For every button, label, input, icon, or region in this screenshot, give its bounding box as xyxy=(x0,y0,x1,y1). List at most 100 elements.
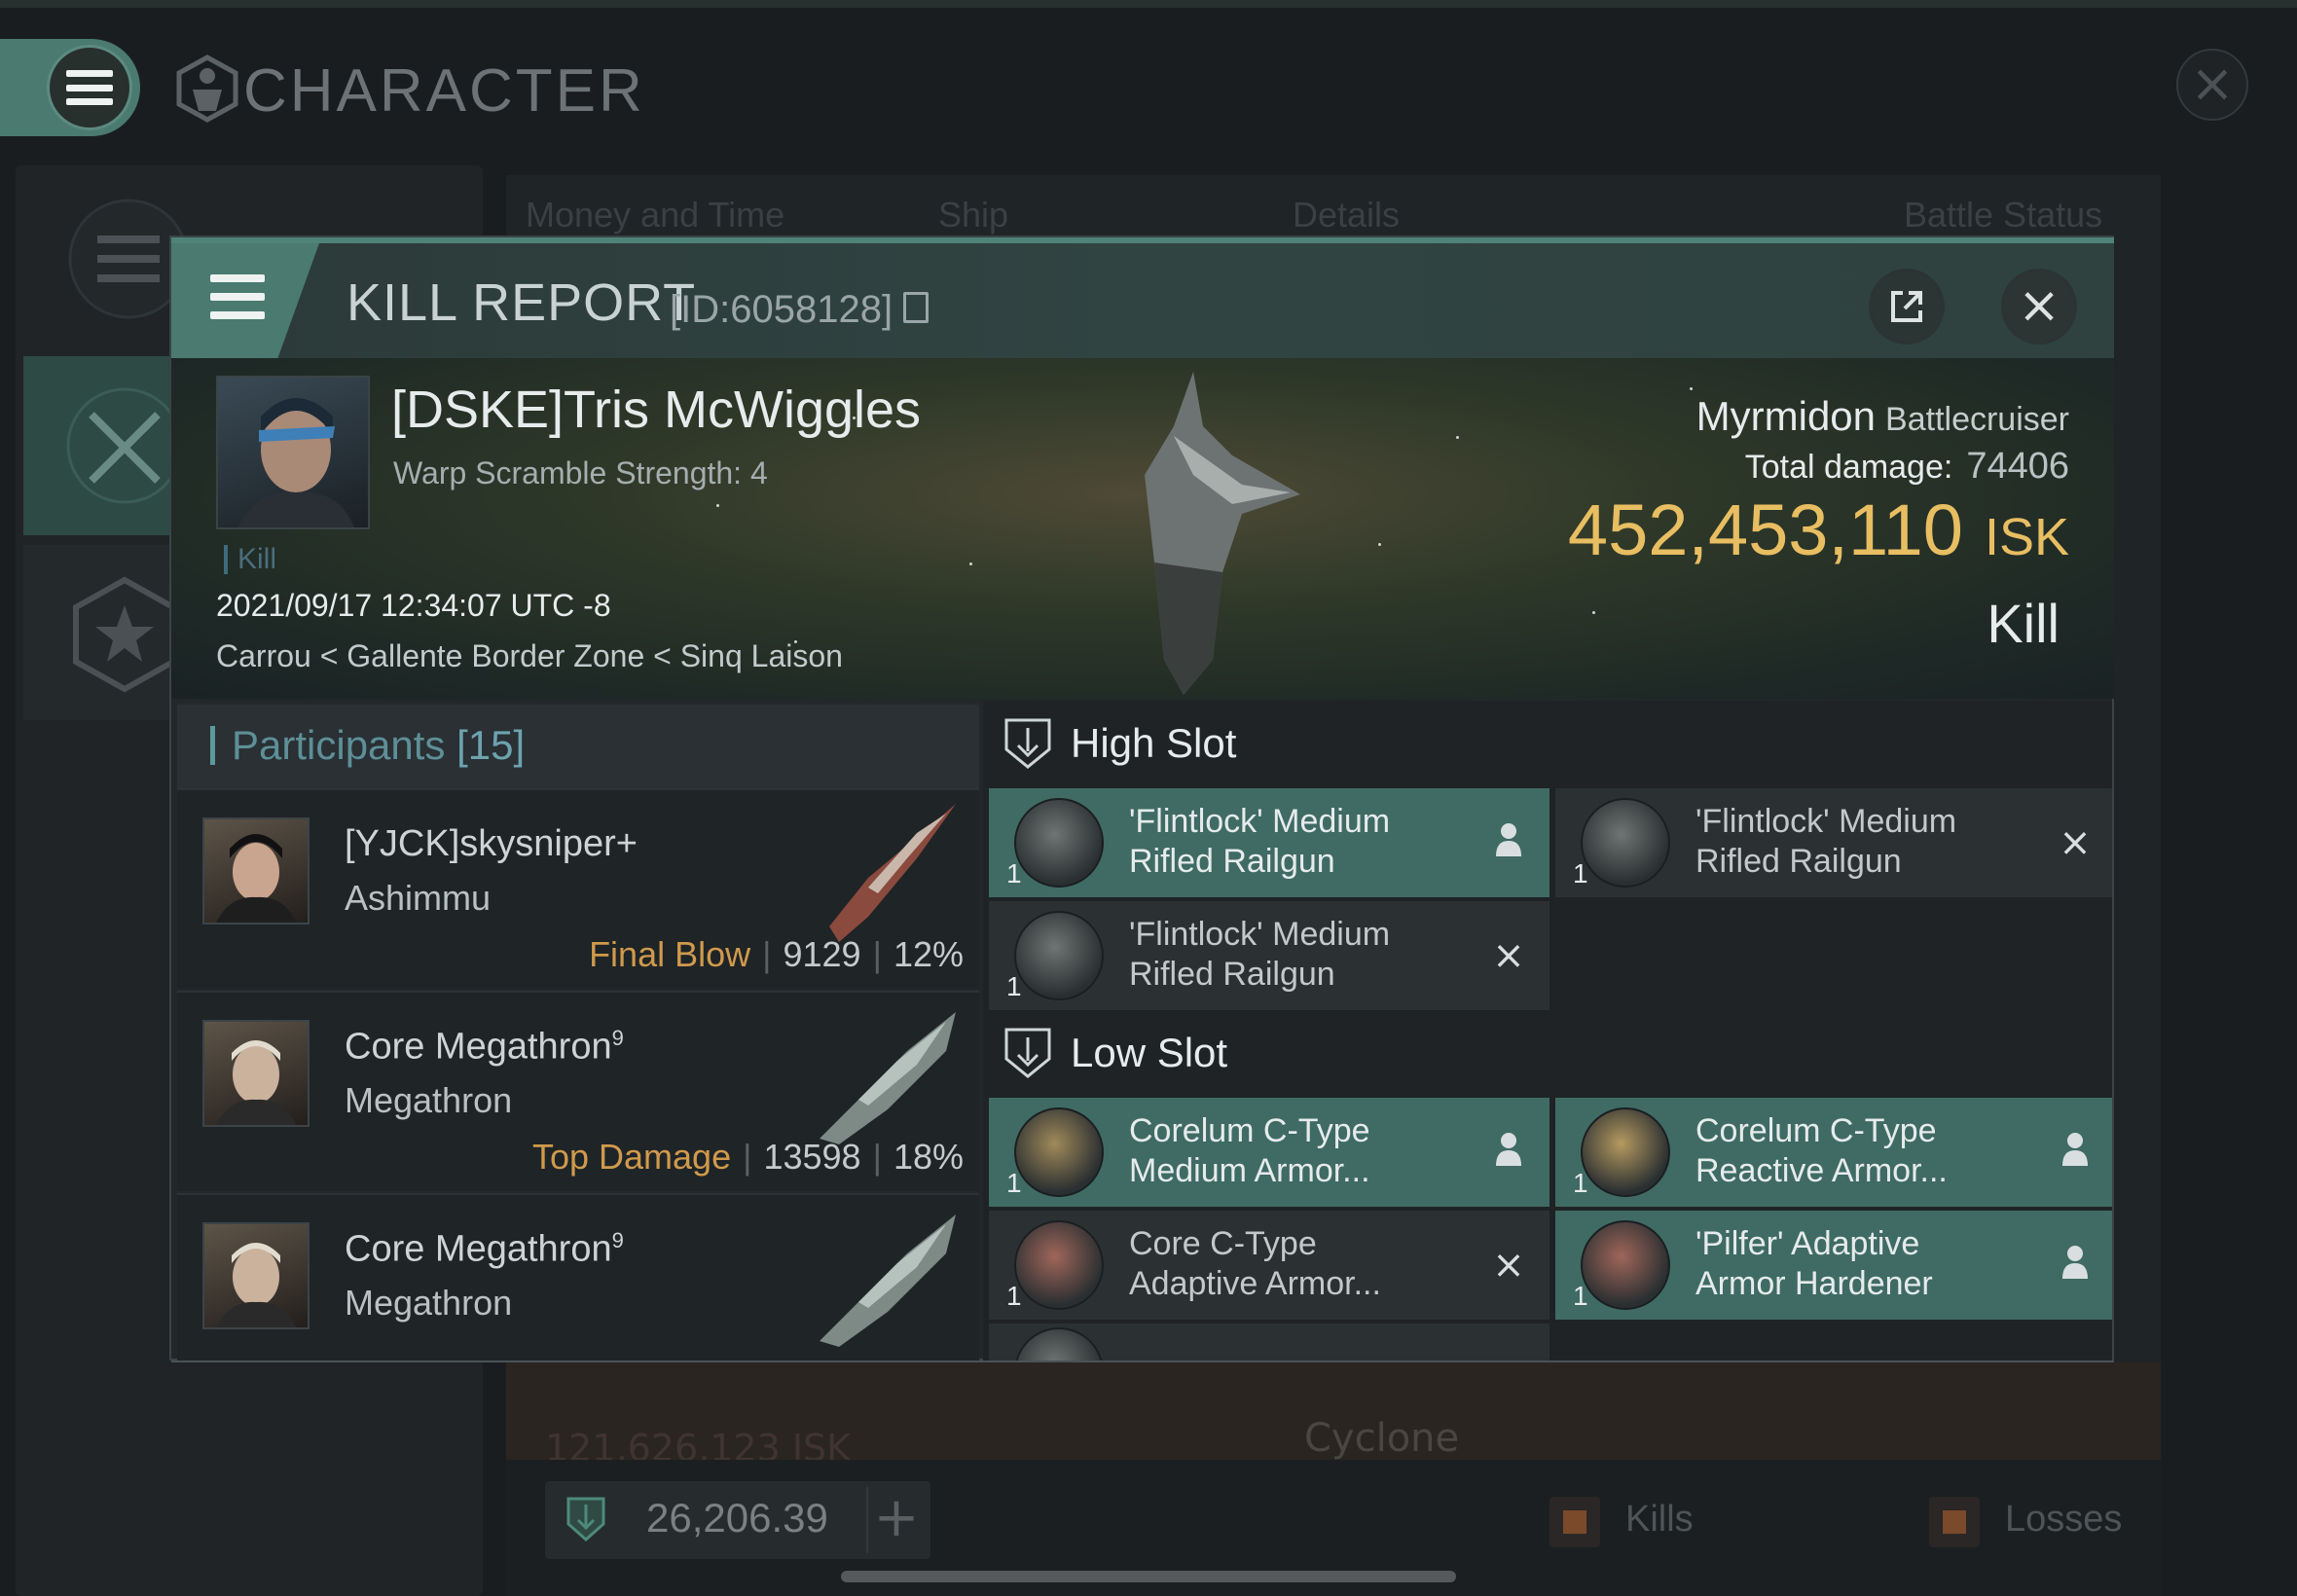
victim-name[interactable]: [DSKE]Tris McWiggles xyxy=(391,380,921,440)
participant-ship-image xyxy=(820,1012,956,1144)
page-title: CHARACTER xyxy=(243,57,645,125)
external-link-icon xyxy=(1891,291,1922,322)
tab-battle-status[interactable]: Battle Status xyxy=(1904,195,2102,236)
module-item[interactable]: 1 'Flintlock' Medium Rifled Railgun × xyxy=(989,901,1550,1010)
participant-row[interactable]: Core Megathron9 Megathron Top Damage | 135… xyxy=(177,991,979,1191)
module-icon xyxy=(1014,1327,1104,1360)
shield-icon xyxy=(566,1497,605,1542)
participant-superscript: 9 xyxy=(611,1026,624,1050)
armor-module-icon xyxy=(1014,1107,1104,1197)
kill-datetime: 2021/09/17 12:34:07 UTC -8 xyxy=(216,588,611,623)
kill-result: Kill xyxy=(1987,593,2060,654)
add-funds-button[interactable]: + xyxy=(866,1487,925,1553)
dropped-icon xyxy=(1489,1131,1528,1174)
losses-legend-swatch[interactable] xyxy=(1929,1497,1980,1547)
fitting-panel: High Slot 1 'Flintlock' Medium Rifled Rai… xyxy=(983,701,2112,1360)
low-slot-icon xyxy=(1004,1028,1051,1078)
participant-damage-pct: 12% xyxy=(893,934,964,974)
isk-value: 452,453,110 ISK xyxy=(1568,489,2069,571)
isk-unit: ISK xyxy=(1984,508,2069,566)
participant-portrait xyxy=(202,1020,310,1127)
warp-scramble-strength: Warp Scramble Strength: 4 xyxy=(393,455,768,490)
main-menu-button[interactable] xyxy=(47,45,132,130)
participant-superscript: 9 xyxy=(611,1228,624,1252)
dropped-icon xyxy=(2056,1131,2095,1174)
armor-hardener-icon xyxy=(1014,1220,1104,1310)
participants-label: Participants xyxy=(232,722,446,768)
participant-damage: 13598 xyxy=(763,1137,861,1177)
high-slot-icon xyxy=(1004,718,1051,769)
module-item[interactable]: 1 Corelum C-Type Reactive Armor... xyxy=(1555,1098,2112,1207)
participant-tag: Top Damage xyxy=(531,1137,732,1177)
isk-amount: 452,453,110 xyxy=(1567,490,1963,570)
participant-damage: 9129 xyxy=(783,934,861,974)
module-item[interactable]: 1 Corelum C-Type Medium Armor... xyxy=(989,1098,1550,1207)
destroyed-icon: × xyxy=(1492,1243,1525,1288)
tab-money-time[interactable]: Money and Time xyxy=(526,195,784,236)
participant-ship-image xyxy=(820,1215,956,1347)
sidebar-item-combat[interactable] xyxy=(23,356,183,535)
close-character-button[interactable]: × xyxy=(2176,49,2248,121)
victim-summary: [DSKE]Tris McWiggles Warp Scramble Stren… xyxy=(171,358,2114,699)
high-slot-header: High Slot xyxy=(983,701,2112,788)
victim-ship-image[interactable] xyxy=(1047,368,1339,699)
railgun-icon xyxy=(1014,798,1104,888)
module-quantity: 1 xyxy=(1573,858,1588,889)
participant-portrait xyxy=(202,817,310,925)
ship-class: Battlecruiser xyxy=(1885,401,2069,438)
main-menu-tab[interactable] xyxy=(0,39,140,136)
participant-portrait xyxy=(202,1222,310,1329)
low-slot-label: Low Slot xyxy=(1071,1030,1228,1075)
module-item-partial[interactable] xyxy=(989,1324,1550,1360)
participant-ship-image xyxy=(829,804,956,942)
kill-report-window: KILL REPORT [ID:6058128] × [DSKE]Tris Mc… xyxy=(169,236,2114,1362)
tab-details[interactable]: Details xyxy=(1293,195,1400,236)
kill-report-header: KILL REPORT [ID:6058128] × xyxy=(171,237,2114,358)
module-name: 'Pilfer' Adaptive Armor Hardener xyxy=(1695,1225,1933,1302)
module-name: 'Flintlock' Medium Rifled Railgun xyxy=(1129,803,1391,880)
module-name: Core C-Type Adaptive Armor... xyxy=(1129,1225,1381,1302)
ship-name: Myrmidon xyxy=(1695,393,1877,439)
dropped-icon xyxy=(1489,821,1528,864)
close-kill-report-button[interactable]: × xyxy=(2001,269,2077,345)
character-header: CHARACTER × xyxy=(0,39,2297,136)
low-slot-header: Low Slot xyxy=(983,1010,2112,1098)
share-button[interactable] xyxy=(1869,269,1945,345)
kill-type-tag: Kill xyxy=(224,545,276,574)
module-item[interactable]: 1 'Flintlock' Medium Rifled Railgun xyxy=(989,788,1550,897)
kill-report-menu-button[interactable] xyxy=(171,243,319,358)
armor-module-icon xyxy=(1581,1107,1670,1197)
participant-row[interactable]: [YJCK]skysniper+ Ashimmu Final Blow | 9129… xyxy=(177,788,979,989)
wallet-value: 26,206.39 xyxy=(646,1495,828,1541)
participant-name: [YJCK]skysniper+ xyxy=(345,823,638,864)
module-quantity: 1 xyxy=(1006,858,1022,889)
participant-tag: Final Blow xyxy=(589,934,751,974)
sidebar-item-favorites[interactable] xyxy=(23,545,179,720)
tab-ship[interactable]: Ship xyxy=(938,195,1008,236)
participant-name: Core Megathron9 xyxy=(345,1026,624,1068)
module-name: Corelum C-Type Reactive Armor... xyxy=(1695,1112,1948,1189)
armor-hardener-icon xyxy=(1581,1220,1670,1310)
victim-portrait[interactable] xyxy=(216,376,370,529)
module-item[interactable]: 1 'Flintlock' Medium Rifled Railgun × xyxy=(1555,788,2112,897)
total-damage: Total damage: 74406 xyxy=(1745,446,2069,488)
participant-stats: Top Damage | 13598 | 18% xyxy=(531,1137,964,1177)
participant-row[interactable]: Core Megathron9 Megathron xyxy=(177,1193,979,1360)
home-indicator[interactable] xyxy=(841,1571,1456,1582)
participant-name: Core Megathron9 xyxy=(345,1228,624,1270)
module-quantity: 1 xyxy=(1006,1281,1022,1311)
participant-damage-pct: 18% xyxy=(893,1137,964,1177)
participants-header[interactable]: Participants [15] xyxy=(177,705,979,788)
total-damage-label: Total damage: xyxy=(1744,449,1953,486)
module-item[interactable]: 1 Core C-Type Adaptive Armor... × xyxy=(989,1211,1550,1320)
participant-ship: Ashimmu xyxy=(345,878,492,918)
kill-report-title: KILL REPORT xyxy=(346,273,697,332)
victim-ship[interactable]: Myrmidon Battlecruiser xyxy=(1696,393,2069,440)
kills-legend-swatch[interactable] xyxy=(1550,1497,1600,1547)
dropped-icon xyxy=(2056,1244,2095,1287)
module-item[interactable]: 1 'Pilfer' Adaptive Armor Hardener xyxy=(1555,1211,2112,1320)
copy-id-icon[interactable] xyxy=(903,292,929,323)
kill-location[interactable]: Carrou < Gallente Border Zone < Sinq Lai… xyxy=(216,638,843,674)
module-name: 'Flintlock' Medium Rifled Railgun xyxy=(1129,916,1391,993)
hamburger-icon xyxy=(210,274,265,319)
